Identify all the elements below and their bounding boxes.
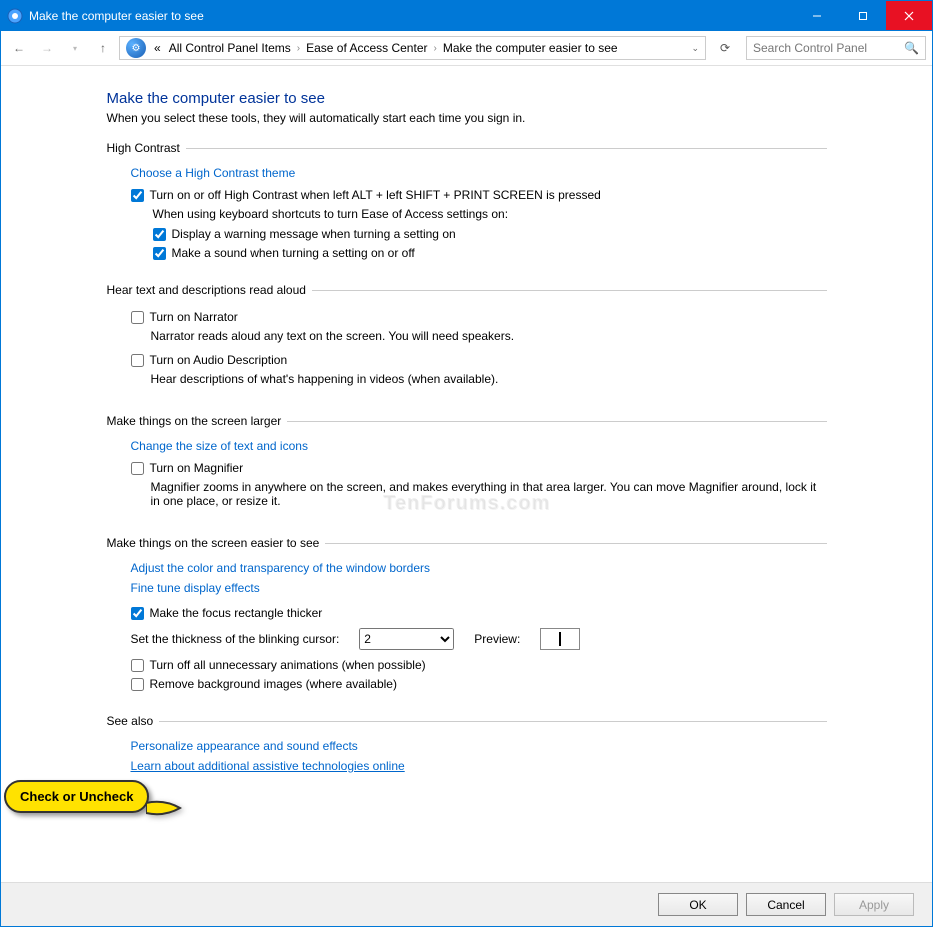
- forward-button[interactable]: →: [35, 36, 59, 60]
- link-fine-tune[interactable]: Fine tune display effects: [131, 581, 260, 595]
- link-adjust-color[interactable]: Adjust the color and transparency of the…: [131, 561, 431, 575]
- link-learn-assistive[interactable]: Learn about additional assistive technol…: [131, 759, 405, 773]
- cursor-preview: [540, 628, 580, 650]
- cb-warning[interactable]: [153, 228, 166, 241]
- legend-larger: Make things on the screen larger: [107, 414, 288, 428]
- lbl-remove-bg[interactable]: Remove background images (where availabl…: [150, 677, 397, 691]
- button-bar: OK Cancel Apply: [1, 882, 932, 926]
- lbl-warning[interactable]: Display a warning message when turning a…: [172, 227, 456, 241]
- help-narrator: Narrator reads aloud any text on the scr…: [151, 329, 827, 343]
- page: Make the computer easier to see When you…: [107, 90, 827, 776]
- crumb-prefix: «: [150, 41, 165, 55]
- lbl-cursor-thickness: Set the thickness of the blinking cursor…: [131, 632, 340, 646]
- crumb-1[interactable]: Ease of Access Center: [302, 41, 431, 55]
- window-title: Make the computer easier to see: [29, 9, 794, 23]
- cb-sound[interactable]: [153, 247, 166, 260]
- titlebar: Make the computer easier to see: [1, 1, 932, 31]
- refresh-button[interactable]: ⟳: [714, 41, 736, 55]
- search-placeholder: Search Control Panel: [753, 41, 867, 55]
- group-see-also: See also Personalize appearance and soun…: [107, 714, 827, 776]
- address-dropdown-icon[interactable]: ⌄: [691, 43, 699, 54]
- group-easier: Make things on the screen easier to see …: [107, 536, 827, 696]
- group-hear-text: Hear text and descriptions read aloud Tu…: [107, 283, 827, 396]
- page-title: Make the computer easier to see: [107, 90, 827, 107]
- lbl-narrator[interactable]: Turn on Narrator: [150, 310, 238, 324]
- txt-shortcut-note: When using keyboard shortcuts to turn Ea…: [153, 207, 827, 221]
- legend-high-contrast: High Contrast: [107, 141, 186, 155]
- lbl-preview: Preview:: [474, 632, 520, 646]
- chevron-right-icon[interactable]: ›: [295, 43, 302, 54]
- close-button[interactable]: [886, 1, 932, 30]
- cb-audio-desc[interactable]: [131, 354, 144, 367]
- lbl-toggle-hc[interactable]: Turn on or off High Contrast when left A…: [150, 188, 601, 202]
- group-high-contrast: High Contrast Choose a High Contrast the…: [107, 141, 827, 265]
- back-button[interactable]: ←: [7, 36, 31, 60]
- maximize-button[interactable]: [840, 1, 886, 30]
- legend-hear-text: Hear text and descriptions read aloud: [107, 283, 312, 297]
- group-larger: Make things on the screen larger Change …: [107, 414, 827, 518]
- address-bar[interactable]: ⚙ « All Control Panel Items › Ease of Ac…: [119, 36, 706, 60]
- cb-magnifier[interactable]: [131, 462, 144, 475]
- cb-turn-off-anim[interactable]: [131, 659, 144, 672]
- control-panel-icon: ⚙: [126, 38, 146, 58]
- page-description: When you select these tools, they will a…: [107, 111, 827, 125]
- window: Make the computer easier to see ← → ▾ ↑ …: [0, 0, 933, 927]
- cancel-button[interactable]: Cancel: [746, 893, 826, 916]
- app-icon: [7, 8, 23, 24]
- ok-button[interactable]: OK: [658, 893, 738, 916]
- cb-focus-rect[interactable]: [131, 607, 144, 620]
- search-icon[interactable]: 🔍: [904, 41, 919, 55]
- help-audio: Hear descriptions of what's happening in…: [151, 372, 827, 386]
- crumb-0[interactable]: All Control Panel Items: [165, 41, 295, 55]
- cb-remove-bg[interactable]: [131, 678, 144, 691]
- cb-toggle-hc[interactable]: [131, 189, 144, 202]
- help-magnifier: Magnifier zooms in anywhere on the scree…: [151, 480, 827, 508]
- link-change-size[interactable]: Change the size of text and icons: [131, 439, 308, 453]
- content-area: TenForums.com Make the computer easier t…: [1, 66, 932, 882]
- callout-bubble: Check or Uncheck: [4, 780, 149, 813]
- cb-narrator[interactable]: [131, 311, 144, 324]
- crumb-2[interactable]: Make the computer easier to see: [439, 41, 622, 55]
- link-choose-hc-theme[interactable]: Choose a High Contrast theme: [131, 166, 296, 180]
- search-input[interactable]: Search Control Panel 🔍: [746, 36, 926, 60]
- up-button[interactable]: ↑: [91, 36, 115, 60]
- lbl-sound[interactable]: Make a sound when turning a setting on o…: [172, 246, 415, 260]
- lbl-audio-desc[interactable]: Turn on Audio Description: [150, 353, 288, 367]
- window-controls: [794, 1, 932, 31]
- annotation-callout: Check or Uncheck: [4, 780, 146, 813]
- legend-easier: Make things on the screen easier to see: [107, 536, 326, 550]
- minimize-button[interactable]: [794, 1, 840, 30]
- lbl-focus-rect[interactable]: Make the focus rectangle thicker: [150, 606, 323, 620]
- legend-see-also: See also: [107, 714, 160, 728]
- lbl-turn-off-anim[interactable]: Turn off all unnecessary animations (whe…: [150, 658, 426, 672]
- navbar: ← → ▾ ↑ ⚙ « All Control Panel Items › Ea…: [1, 31, 932, 66]
- select-cursor-thickness[interactable]: 2: [359, 628, 454, 650]
- link-personalize[interactable]: Personalize appearance and sound effects: [131, 739, 358, 753]
- recent-dropdown[interactable]: ▾: [63, 36, 87, 60]
- chevron-right-icon[interactable]: ›: [432, 43, 439, 54]
- apply-button[interactable]: Apply: [834, 893, 914, 916]
- lbl-magnifier[interactable]: Turn on Magnifier: [150, 461, 244, 475]
